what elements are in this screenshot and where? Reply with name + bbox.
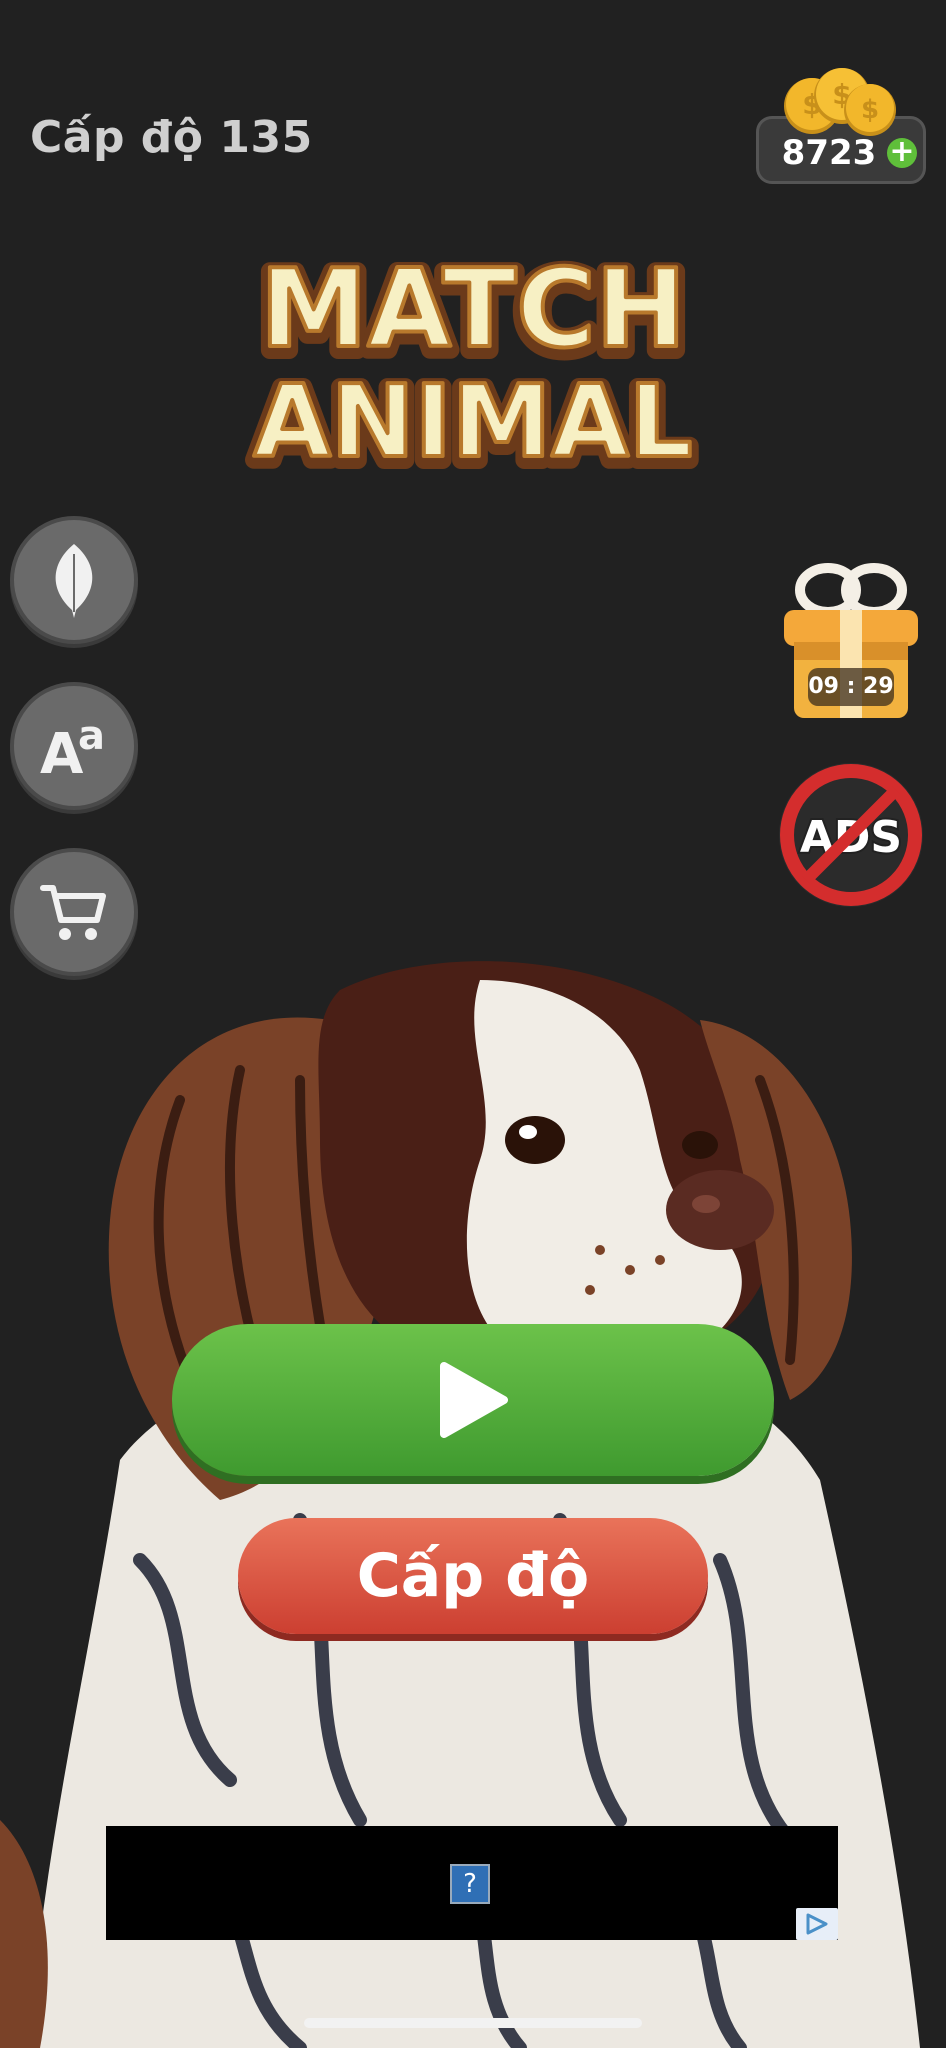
svg-text:a: a <box>78 713 105 759</box>
title-line-match: MATCH <box>260 250 686 372</box>
cart-icon <box>40 885 106 940</box>
add-coins-icon[interactable]: + <box>887 137 917 168</box>
play-button[interactable] <box>172 1324 774 1476</box>
home-indicator[interactable] <box>304 2018 642 2028</box>
game-title-logo: MATCH MATCH ANIMAL ANIMAL <box>0 250 946 480</box>
coin-stack-icon: $ $ $ <box>784 68 896 136</box>
game-home-screen: Cấp độ 135 8723 + $ $ $ MATCH MATCH ANIM… <box>0 0 946 2048</box>
font-size-icon: A a <box>40 713 105 781</box>
ad-image-placeholder-icon: ? <box>450 1864 490 1904</box>
leaf-icon <box>55 544 93 618</box>
title-line-animal: ANIMAL <box>254 363 693 480</box>
play-icon <box>440 1362 508 1438</box>
font-size-button[interactable]: A a <box>10 682 138 810</box>
level-select-button[interactable]: Cấp độ <box>238 1518 708 1634</box>
svg-text:$: $ <box>861 95 879 125</box>
ad-choices-icon[interactable] <box>796 1908 838 1940</box>
gift-countdown-timer: 09 : 29 <box>808 668 894 706</box>
theme-button[interactable] <box>10 516 138 644</box>
remove-ads-button[interactable]: ADS <box>776 760 926 910</box>
ad-banner[interactable]: ? <box>106 1826 838 1940</box>
current-level-label: Cấp độ 135 <box>30 112 313 163</box>
shop-button[interactable] <box>10 848 138 976</box>
coin-count: 8723 <box>781 133 877 173</box>
